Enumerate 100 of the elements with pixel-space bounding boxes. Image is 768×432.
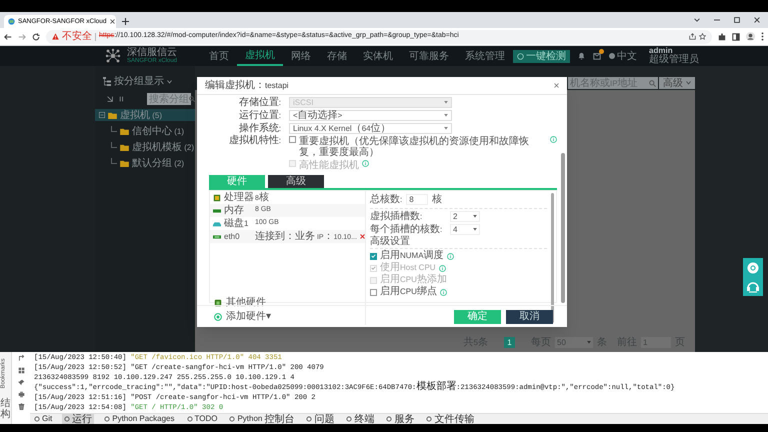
tool-window-tab[interactable]: 运行	[62, 414, 94, 424]
checkbox[interactable]	[289, 136, 296, 143]
nav-tab[interactable]: 系统管理	[457, 46, 514, 66]
circle-icon	[346, 416, 352, 422]
close-icon[interactable]	[554, 83, 559, 88]
checkbox-label: 启用CPU绑点	[380, 287, 437, 297]
info-icon	[550, 136, 557, 143]
tool-window-tab[interactable]: 服务	[384, 414, 416, 424]
cancel-button[interactable]: 取消	[506, 310, 553, 324]
check-button[interactable]: 一键检测	[513, 50, 570, 62]
caret-icon	[444, 127, 448, 130]
expand-icon[interactable]	[107, 96, 113, 102]
tree-item[interactable]: 默认分组 (2)	[95, 157, 195, 169]
dialog-tab[interactable]: 高级	[268, 175, 324, 188]
share-icon[interactable]	[689, 33, 696, 40]
circle-icon	[104, 416, 110, 422]
add-hardware-button[interactable]: 添加硬件▾	[210, 311, 365, 323]
scrollbar[interactable]	[561, 153, 565, 303]
circle-icon	[386, 416, 392, 422]
tool-window-tab[interactable]: 终端	[344, 414, 376, 424]
checkbox[interactable]	[370, 252, 377, 260]
checkbox-label: 启用NUMA调度	[380, 251, 444, 261]
more-icon[interactable]	[761, 32, 764, 41]
caret-icon	[587, 341, 591, 344]
tree-label: 默认分组 (2)	[132, 156, 184, 170]
section-title: 高级设置	[370, 237, 547, 249]
info-icon	[440, 288, 447, 296]
checkbox[interactable]	[370, 288, 377, 296]
caret-icon	[444, 114, 448, 117]
nav-tab[interactable]: 网络	[283, 46, 320, 66]
layout-icon[interactable]	[18, 367, 24, 374]
warning-icon	[52, 33, 59, 40]
bell-icon[interactable]	[578, 52, 586, 60]
nav-tab[interactable]: 首页	[201, 46, 238, 66]
message-icon[interactable]	[593, 52, 602, 60]
page-button[interactable]: 1	[504, 337, 515, 348]
headset-icon	[746, 280, 760, 292]
tool-window-tab[interactable]: Python Packages	[102, 414, 176, 424]
tree-item[interactable]: 信创中心 (1)	[95, 125, 195, 137]
language-button[interactable]: 中文	[609, 48, 638, 64]
hardware-name: eth0	[224, 230, 241, 242]
hardware-name: 处理器	[224, 190, 252, 204]
side-tab[interactable]: 结构	[0, 398, 10, 420]
nav-tab[interactable]: 可靠服务	[401, 46, 458, 66]
minimize-icon[interactable]	[714, 17, 720, 23]
tool-window-tab[interactable]: TODO	[184, 414, 220, 424]
network-card-icon	[213, 232, 221, 240]
tree-item[interactable]: 虚拟机模板 (2)	[95, 141, 195, 153]
info-icon	[362, 160, 369, 167]
collapse-icon[interactable]	[119, 96, 125, 102]
caret-icon	[686, 81, 691, 85]
nav-tab[interactable]: 实体机	[355, 46, 402, 66]
notification-dot-icon	[599, 49, 604, 54]
select-field[interactable]: 4	[450, 224, 480, 235]
logo-icon	[105, 48, 121, 64]
info-icon	[446, 252, 454, 260]
field-label: 存储位置:	[238, 98, 281, 108]
circle-icon	[186, 416, 192, 422]
reload-icon[interactable]	[32, 32, 40, 40]
tool-window-tab[interactable]: 问题	[304, 414, 336, 424]
print-icon[interactable]	[18, 391, 24, 398]
help-widget[interactable]	[743, 258, 763, 296]
select-field[interactable]: <自动选择>	[289, 110, 452, 121]
circle-icon	[747, 262, 759, 274]
back-icon[interactable]	[4, 32, 12, 40]
field-label: 虚拟机特性:	[228, 136, 281, 146]
caret-icon	[473, 215, 477, 218]
group-toggle[interactable]: 按分组显示	[95, 74, 195, 89]
cores-field[interactable]: 8	[406, 194, 428, 205]
maximize-icon[interactable]	[734, 17, 740, 23]
dialog-title: 编辑虚拟机：testapi	[205, 78, 289, 93]
trash-icon[interactable]	[18, 403, 24, 410]
collapse-box-icon[interactable]	[99, 112, 105, 118]
nav-tab[interactable]: 存储	[319, 46, 356, 66]
pin-icon[interactable]	[18, 379, 24, 386]
profile-icon[interactable]	[746, 32, 755, 41]
select-field[interactable]: Linux 4.X Kernel（64位）	[289, 123, 452, 134]
remove-icon[interactable]	[360, 234, 365, 239]
plus-icon[interactable]	[122, 18, 129, 25]
close-icon[interactable]	[754, 17, 760, 23]
tree-label: 虚拟机 (5)	[120, 108, 162, 122]
hardware-name: 内存	[224, 204, 245, 218]
circle-icon	[64, 416, 70, 422]
tool-window-tab[interactable]: Git	[32, 414, 54, 424]
field-label: 总核数:	[370, 194, 402, 204]
tool-window-tab[interactable]: Python 控制台	[227, 414, 296, 424]
processor-icon	[213, 194, 221, 202]
scrollbar[interactable]	[551, 193, 554, 323]
star-icon[interactable]	[699, 33, 706, 40]
field-label: 虚拟插槽数:	[370, 212, 424, 222]
chevron-down-icon[interactable]	[694, 17, 700, 23]
close-icon[interactable]	[110, 19, 114, 24]
field-label: 运行位置:	[238, 110, 281, 120]
checkbox-label: 使用Host CPU	[380, 263, 436, 273]
sidebar-icon[interactable]	[732, 32, 740, 40]
info-icon	[438, 264, 446, 272]
select-field[interactable]: 2	[450, 211, 480, 222]
rerun-icon[interactable]	[18, 355, 24, 362]
tool-window-tab[interactable]: 文件传输	[424, 414, 476, 424]
puzzle-icon[interactable]	[718, 32, 726, 40]
